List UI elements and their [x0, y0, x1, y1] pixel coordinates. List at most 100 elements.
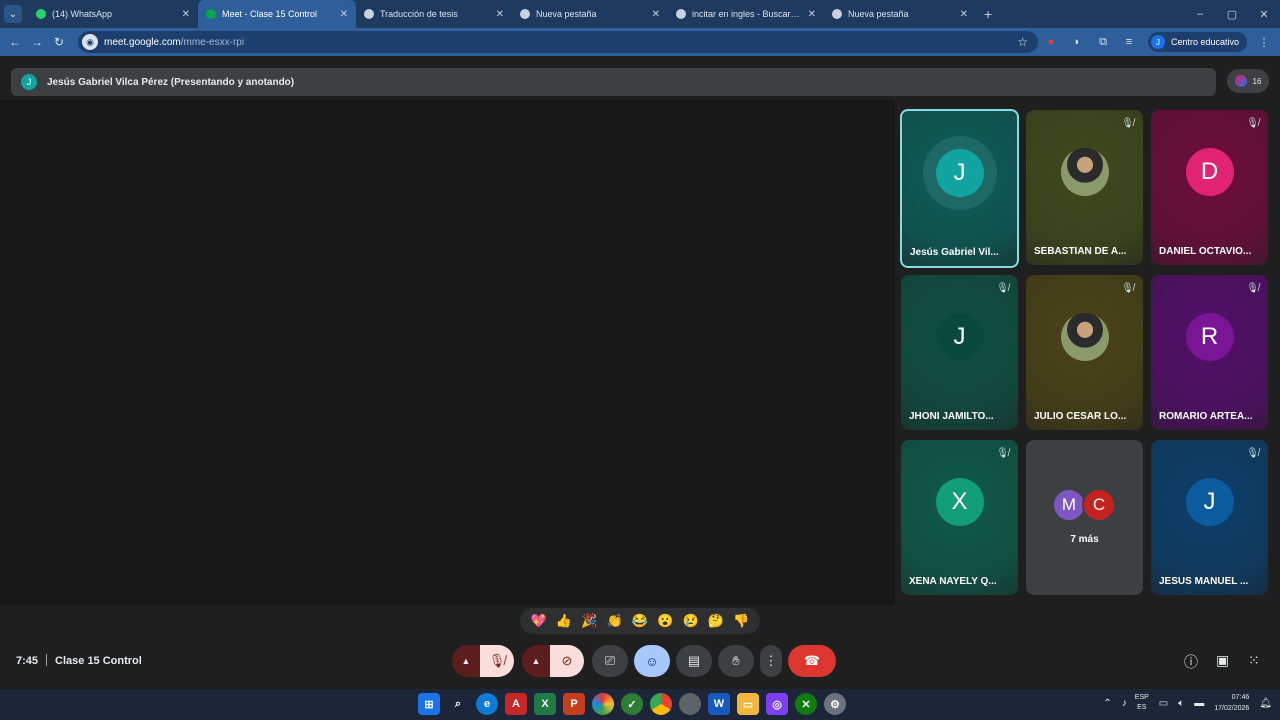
network-icon[interactable]: ▭ — [1159, 698, 1168, 709]
browser-tab[interactable]: Nueva pestaña ✕ — [512, 0, 668, 28]
edge-icon[interactable]: e — [476, 693, 498, 715]
participant-photo — [1060, 148, 1109, 196]
participant-avatar: D — [1185, 148, 1234, 196]
reload-icon[interactable]: ↻ — [48, 35, 70, 49]
green-app-icon[interactable]: ✓ — [621, 693, 643, 715]
window-controls: – ▢ ✕ — [1184, 0, 1280, 28]
browser-tab[interactable]: Traducción de tesis ✕ — [356, 0, 512, 28]
participant-name: SEBASTIAN DE A... — [1034, 246, 1127, 257]
clock[interactable]: 07:46 17/02/2026 — [1214, 692, 1249, 714]
more-options-button[interactable]: ⋮ — [760, 645, 782, 677]
participant-tile[interactable]: 🎙︎̸ SEBASTIAN DE A... — [1026, 110, 1143, 265]
reaction-emoji[interactable]: 👏 — [607, 613, 623, 629]
notifications-bell-icon[interactable]: 🔔︎ — [1259, 698, 1272, 709]
tray-overflow-chevron-icon[interactable]: ⌃ — [1103, 698, 1111, 709]
tray-app-icon[interactable]: ♪ — [1122, 698, 1127, 709]
excel-icon[interactable]: X — [534, 693, 556, 715]
site-info-icon[interactable]: ◉ — [82, 34, 98, 50]
participant-tile[interactable]: J Jesús Gabriel Vil... — [900, 109, 1019, 268]
close-tab-icon[interactable]: ✕ — [808, 9, 816, 20]
restore-icon[interactable]: ▢ — [1216, 8, 1248, 21]
purple-app-icon[interactable]: ◎ — [766, 693, 788, 715]
new-tab-plus-icon[interactable]: + — [984, 6, 992, 22]
close-tab-icon[interactable]: ✕ — [652, 9, 660, 20]
tab-favicon-icon — [520, 9, 530, 19]
meeting-name: Clase 15 Control — [55, 655, 142, 667]
tab-search-chevron-icon[interactable]: ⌄ — [4, 5, 22, 23]
chrome-profile-icon[interactable] — [679, 693, 701, 715]
color-app-icon[interactable] — [592, 693, 614, 715]
audio-options-chevron-icon[interactable]: ▲ — [452, 645, 480, 677]
back-arrow-icon[interactable]: ← — [4, 35, 26, 49]
participant-tile[interactable]: D 🎙︎̸ DANIEL OCTAVIO... — [1151, 110, 1268, 265]
close-tab-icon[interactable]: ✕ — [960, 9, 968, 20]
close-window-icon[interactable]: ✕ — [1248, 8, 1280, 21]
meeting-time: 7:45 — [16, 655, 39, 667]
captions-icon: ▤ — [687, 653, 701, 668]
video-options-chevron-icon[interactable]: ▲ — [522, 645, 550, 677]
reaction-emoji[interactable]: 👎 — [733, 613, 749, 629]
mic-off-button[interactable]: 🎙︎̸ — [480, 645, 514, 677]
extensions-puzzle-icon[interactable]: ⧉ — [1090, 36, 1116, 49]
volume-icon[interactable]: 🔈︎ — [1178, 698, 1184, 709]
powerpoint-icon[interactable]: P — [563, 693, 585, 715]
bookmark-star-icon[interactable]: ☆ — [1017, 35, 1028, 49]
more-avatars: M C — [1052, 488, 1116, 522]
participant-name: XENA NAYELY Q... — [909, 576, 997, 587]
chat-icon[interactable]: ▣ — [1216, 652, 1229, 669]
address-bar[interactable]: ◉ meet.google.com /mme-esxx-rpi ☆ — [78, 31, 1038, 53]
captions-button[interactable]: ▤ — [676, 645, 712, 677]
participants-button[interactable]: 16 — [1227, 69, 1269, 93]
close-tab-icon[interactable]: ✕ — [182, 9, 190, 20]
leave-call-button[interactable]: ☎︎ — [788, 645, 836, 677]
camera-off-button[interactable]: ⊘ — [550, 645, 584, 677]
word-icon[interactable]: W — [708, 693, 730, 715]
xbox-icon[interactable]: ✕ — [795, 693, 817, 715]
participant-tile[interactable]: J 🎙︎̸ JHONI JAMILTO... — [901, 275, 1018, 430]
reaction-emoji[interactable]: 💖 — [531, 613, 547, 629]
close-tab-icon[interactable]: ✕ — [496, 9, 504, 20]
reaction-emoji[interactable]: 😂 — [632, 613, 648, 629]
input-language[interactable]: ESP ES — [1135, 693, 1149, 713]
forward-arrow-icon[interactable]: → — [26, 35, 48, 49]
browser-tab[interactable]: Nueva pestaña ✕ — [824, 0, 976, 28]
settings-gear-icon[interactable]: ⚙ — [824, 693, 846, 715]
activities-grid-icon[interactable]: ⁙ — [1248, 652, 1260, 669]
meeting-details-info-icon[interactable]: ⓘ — [1184, 652, 1198, 672]
extension-audio-icon[interactable]: ◗ — [1064, 36, 1090, 48]
close-tab-icon[interactable]: ✕ — [340, 9, 348, 20]
browser-tab[interactable]: Meet - Clase 15 Control ✕ — [198, 0, 356, 28]
browser-tab-strip: ⌄ (14) WhatsApp ✕ Meet - Clase 15 Control ✕… — [0, 0, 1280, 28]
reaction-emoji[interactable]: 😢 — [683, 613, 699, 629]
chrome-icon[interactable] — [650, 693, 672, 715]
windows-start-icon[interactable]: ⊞ — [418, 693, 440, 715]
search-icon[interactable]: ⌕ — [447, 693, 469, 715]
file-explorer-icon[interactable]: ▭ — [737, 693, 759, 715]
browser-tab[interactable]: (14) WhatsApp ✕ — [28, 0, 198, 28]
acrobat-icon[interactable]: A — [505, 693, 527, 715]
reaction-emoji[interactable]: 🎉 — [581, 613, 597, 629]
browser-tab[interactable]: incitar en ingles - Buscar con Google ✕ — [668, 0, 824, 28]
raise-hand-button[interactable]: ✋︎ — [718, 645, 754, 677]
reactions-button[interactable]: ☺ — [634, 645, 670, 677]
tab-favicon-icon — [206, 9, 216, 19]
minimize-icon[interactable]: – — [1184, 8, 1216, 20]
reaction-emoji[interactable]: 👍 — [556, 613, 572, 629]
browser-menu-icon[interactable]: ⋮ — [1251, 36, 1277, 49]
more-participants-tile[interactable]: M C 7 más — [1026, 440, 1143, 595]
battery-icon[interactable]: ▬ — [1194, 698, 1204, 709]
recording-extension-icon[interactable]: ● — [1038, 36, 1064, 48]
present-screen-button[interactable]: ⎚ — [592, 645, 628, 677]
reaction-emoji[interactable]: 🤔 — [708, 613, 724, 629]
tab-favicon-icon — [676, 9, 686, 19]
presenter-avatar: J — [21, 74, 37, 90]
browser-toolbar: ← → ↻ ◉ meet.google.com /mme-esxx-rpi ☆ … — [0, 28, 1280, 56]
profile-button[interactable]: J Centro educativo — [1148, 32, 1248, 52]
participant-tile[interactable]: J 🎙︎̸ JESUS MANUEL ... — [1151, 440, 1268, 595]
emoji-icon: ☺ — [645, 653, 659, 669]
reading-list-icon[interactable]: ≡ — [1116, 36, 1142, 48]
reaction-emoji[interactable]: 😮 — [657, 613, 673, 629]
participant-tile[interactable]: X 🎙︎̸ XENA NAYELY Q... — [901, 440, 1018, 595]
participant-tile[interactable]: R 🎙︎̸ ROMARIO ARTEA... — [1151, 275, 1268, 430]
participant-tile[interactable]: 🎙︎̸ JULIO CESAR LO... — [1026, 275, 1143, 430]
